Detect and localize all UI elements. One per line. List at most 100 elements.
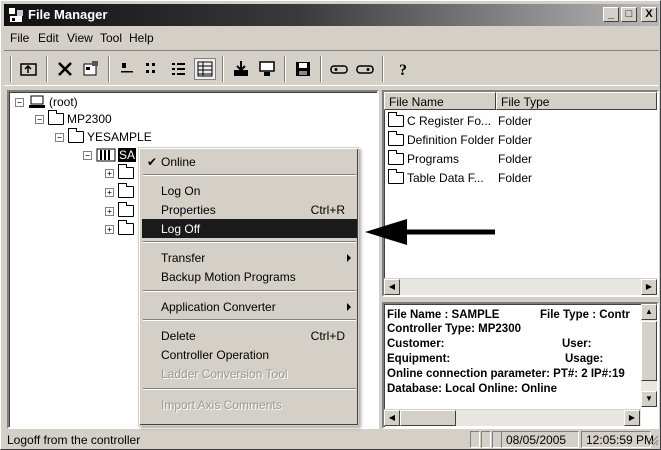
collapse-icon[interactable]: − [83, 150, 92, 160]
large-icons-icon[interactable] [116, 58, 138, 80]
tree-item-sample[interactable]: − SA [83, 148, 137, 162]
tree-item-child[interactable]: + [105, 164, 137, 179]
expand-icon[interactable]: + [105, 206, 114, 216]
list-item[interactable]: Table Data F... Folder [388, 169, 532, 187]
menu-separator [143, 388, 356, 390]
list-item[interactable]: Definition Folder Folder [388, 131, 532, 149]
info-horizontal-scrollbar[interactable]: ◀ ▶ [384, 409, 641, 426]
menu-file[interactable]: File [10, 31, 29, 45]
scroll-right-icon[interactable]: ▶ [624, 410, 640, 426]
tree-label-root: (root) [49, 95, 78, 109]
scroll-thumb[interactable] [400, 410, 456, 426]
scroll-up-icon[interactable]: ▲ [641, 304, 657, 320]
close-button[interactable]: X [641, 7, 657, 22]
list-item[interactable]: C Register Fo... Folder [388, 112, 532, 130]
menu-edit[interactable]: Edit [38, 31, 59, 45]
offline-icon[interactable] [354, 58, 376, 80]
details-icon[interactable] [194, 58, 216, 80]
help-icon[interactable]: ? [392, 58, 414, 80]
menu-help[interactable]: Help [129, 31, 154, 45]
menu-item-log-off[interactable]: Log Off [142, 219, 357, 238]
toolbar: ? [4, 50, 659, 86]
menu-item-ladder-conversion[interactable]: Ladder Conversion Tool [142, 364, 357, 383]
info-usage: Usage: [565, 353, 604, 365]
tree-label-yesample: YESAMPLE [87, 130, 152, 144]
tree-label-mp2300: MP2300 [67, 112, 112, 126]
menu-label: Properties [161, 203, 216, 217]
file-list-pane[interactable]: File Name File Type C Register Fo... Fol… [382, 90, 659, 297]
menu-item-online[interactable]: ✔ Online [142, 152, 357, 171]
toolbar-separator [10, 56, 12, 82]
menu-item-log-on[interactable]: Log On [142, 181, 357, 200]
info-controller-type: Controller Type: MP2300 [387, 323, 521, 335]
save-icon[interactable] [292, 58, 314, 80]
collapse-icon[interactable]: − [35, 114, 44, 124]
collapse-icon[interactable]: − [55, 132, 64, 142]
column-header-name[interactable]: File Name [384, 92, 496, 110]
controller-icon [96, 148, 116, 162]
list-icon[interactable] [168, 58, 190, 80]
collapse-icon[interactable]: − [15, 97, 24, 107]
menu-label: Ladder Conversion Tool [161, 367, 288, 381]
info-connection: Online connection parameter: PT#: 2 IP#:… [387, 368, 625, 380]
scroll-left-icon[interactable]: ◀ [384, 279, 400, 295]
scroll-left-icon[interactable]: ◀ [384, 410, 400, 426]
delete-icon[interactable] [54, 58, 76, 80]
list-item[interactable]: Programs Folder [388, 150, 532, 168]
file-manager-window: File Manager _ □ X File Edit View Tool H… [0, 0, 661, 450]
expand-icon[interactable]: + [105, 168, 114, 178]
toolbar-separator [46, 56, 48, 82]
info-equipment: Equipment: [387, 353, 451, 365]
menu-item-import-axis[interactable]: Import Axis Comments [142, 395, 357, 414]
folder-icon [118, 202, 134, 217]
status-date: 08/05/2005 [501, 431, 579, 448]
folder-icon [118, 183, 134, 198]
menu-tool[interactable]: Tool [100, 31, 122, 45]
upload-icon[interactable] [256, 58, 278, 80]
folder-icon [48, 110, 64, 125]
tree-item-mp2300[interactable]: − MP2300 [35, 110, 112, 126]
info-vertical-scrollbar[interactable]: ▲ ▼ [641, 304, 657, 407]
menu-label: Delete [161, 329, 196, 343]
expand-icon[interactable]: + [105, 187, 114, 197]
tree-item-child[interactable]: + [105, 220, 137, 235]
scroll-thumb[interactable] [641, 321, 657, 381]
tree-label-sample: SA [118, 148, 137, 162]
menu-label: Application Converter [161, 300, 276, 314]
menu-item-app-converter[interactable]: Application Converter [142, 297, 357, 316]
online-icon[interactable] [328, 58, 350, 80]
download-icon[interactable] [230, 58, 252, 80]
maximize-button[interactable]: □ [621, 7, 637, 22]
menu-item-transfer[interactable]: Transfer [142, 248, 357, 267]
folder-icon [118, 164, 134, 179]
file-type: Folder [498, 171, 533, 185]
tree-item-root[interactable]: − (root) [15, 95, 78, 109]
up-folder-icon[interactable] [18, 58, 40, 80]
status-bar: Logoff from the controller 08/05/2005 12… [4, 430, 659, 449]
info-database: Database: Local Online: Online [387, 383, 557, 395]
tree-item-yesample[interactable]: − YESAMPLE [55, 128, 152, 144]
file-type: Folder [498, 152, 533, 166]
scroll-down-icon[interactable]: ▼ [641, 391, 657, 407]
scroll-right-icon[interactable]: ▶ [641, 279, 657, 295]
menu-separator [143, 174, 356, 176]
folder-icon [118, 220, 134, 235]
minimize-button[interactable]: _ [603, 7, 619, 22]
menu-view[interactable]: View [67, 31, 93, 45]
file-name: C Register Fo... [407, 114, 492, 128]
title-bar[interactable]: File Manager _ □ X [4, 4, 659, 26]
resize-grip-icon[interactable] [648, 435, 659, 446]
menu-item-delete[interactable]: Delete Ctrl+D [142, 326, 357, 345]
expand-icon[interactable]: + [105, 224, 114, 234]
column-header-type[interactable]: File Type [496, 92, 657, 110]
list-horizontal-scrollbar[interactable]: ◀ ▶ [384, 278, 657, 295]
pointer-arrow [365, 219, 495, 245]
info-file-name: File Name : SAMPLE [387, 309, 500, 321]
small-icons-icon[interactable] [142, 58, 164, 80]
menu-item-properties[interactable]: Properties Ctrl+R [142, 200, 357, 219]
properties-icon[interactable] [80, 58, 102, 80]
menu-item-controller-operation[interactable]: Controller Operation [142, 345, 357, 364]
tree-item-child[interactable]: + [105, 202, 137, 217]
tree-item-child[interactable]: + [105, 183, 137, 198]
menu-item-backup[interactable]: Backup Motion Programs [142, 267, 357, 286]
